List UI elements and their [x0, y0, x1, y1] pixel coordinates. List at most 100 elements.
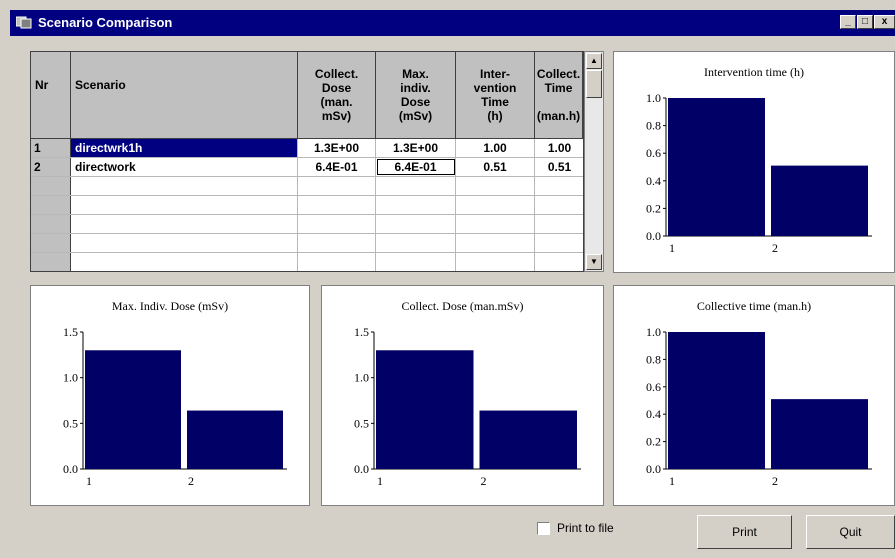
row-number	[31, 234, 71, 252]
title-bar[interactable]: Scenario Comparison _ □ x	[10, 10, 895, 36]
header-line: Collect.	[314, 67, 359, 81]
empty-cell[interactable]	[298, 234, 376, 252]
x-tick-label: 2	[772, 241, 778, 255]
header-line: vention	[473, 81, 517, 95]
scroll-thumb[interactable]	[586, 70, 602, 98]
table-row[interactable]	[31, 177, 583, 196]
empty-cell[interactable]	[456, 196, 535, 214]
collect-dose-cell[interactable]: 1.3E+00	[298, 139, 376, 157]
scroll-up-button[interactable]: ▲	[586, 53, 602, 69]
empty-cell[interactable]	[71, 234, 298, 252]
header-line: mSv)	[321, 109, 352, 123]
scenario-table[interactable]: Nr Scenario Collect. Dose (man. mSv) Max…	[30, 51, 584, 272]
table-row[interactable]: 2 directwork 6.4E-01 6.4E-01 0.51 0.51	[31, 158, 583, 177]
empty-cell[interactable]	[71, 253, 298, 271]
empty-cell[interactable]	[376, 215, 456, 233]
minimize-button[interactable]: _	[840, 15, 856, 29]
header-line: (h)	[487, 109, 503, 123]
print-to-file-label[interactable]: Print to file	[557, 521, 614, 535]
bar-1	[85, 350, 181, 469]
empty-cell[interactable]	[71, 215, 298, 233]
empty-cell[interactable]	[456, 215, 535, 233]
bar-2	[771, 165, 868, 236]
header-line: Dose	[400, 95, 431, 109]
empty-cell[interactable]	[456, 253, 535, 271]
max-dose-cell[interactable]: 1.3E+00	[376, 139, 456, 157]
header-line: Inter-	[480, 67, 510, 81]
empty-cell[interactable]	[376, 196, 456, 214]
max-dose-cell[interactable]: 6.4E-01	[376, 158, 456, 176]
empty-cell[interactable]	[376, 253, 456, 271]
row-number	[31, 177, 71, 195]
print-button[interactable]: Print	[697, 515, 792, 549]
chart-title: Intervention time (h)	[704, 65, 804, 79]
header-max-dose: Max. indiv. Dose (mSv)	[376, 52, 456, 139]
table-row[interactable]	[31, 215, 583, 234]
y-tick-label: 0.8	[646, 352, 661, 366]
y-tick-label: 0.0	[63, 462, 78, 476]
header-line: (mSv)	[398, 109, 433, 123]
collect-time-cell[interactable]: 1.00	[535, 139, 583, 157]
x-tick-label: 1	[669, 474, 675, 488]
y-tick-label: 0.6	[646, 380, 661, 394]
empty-cell[interactable]	[298, 177, 376, 195]
bar-2	[479, 410, 577, 469]
intervention-cell[interactable]: 0.51	[456, 158, 535, 176]
header-nr: Nr	[31, 52, 71, 139]
chart-title: Collect. Dose (man.mSv)	[402, 299, 524, 313]
table-row[interactable]	[31, 196, 583, 215]
header-intervention: Inter- vention Time (h)	[456, 52, 535, 139]
scroll-down-button[interactable]: ▼	[586, 254, 602, 270]
bar-1	[376, 350, 474, 469]
header-line: Max.	[402, 67, 429, 81]
maximize-button[interactable]: □	[857, 15, 873, 29]
collect-dose-cell[interactable]: 6.4E-01	[298, 158, 376, 176]
chart-svg: Collective time (man.h) 0.0 0.2 0.4 0.6 0.8 1.…	[646, 299, 872, 488]
close-button[interactable]: x	[874, 15, 895, 29]
bar-1	[668, 332, 765, 469]
y-tick-label: 0.5	[63, 416, 78, 430]
header-line: indiv.	[400, 81, 431, 95]
y-tick-label: 0.4	[646, 407, 661, 421]
empty-cell[interactable]	[376, 234, 456, 252]
empty-cell[interactable]	[456, 177, 535, 195]
empty-cell[interactable]	[298, 196, 376, 214]
x-tick-label: 2	[481, 474, 487, 488]
window-title: Scenario Comparison	[38, 15, 173, 30]
y-tick-label: 0.2	[646, 201, 661, 215]
empty-cell[interactable]	[71, 196, 298, 214]
table-row[interactable]	[31, 234, 583, 253]
header-line: Time	[544, 81, 573, 95]
chart-title: Max. Indiv. Dose (mSv)	[112, 299, 228, 313]
y-tick-label: 0.2	[646, 435, 661, 449]
empty-cell[interactable]	[298, 215, 376, 233]
table-scrollbar[interactable]: ▲ ▼	[584, 51, 604, 272]
header-line: Time	[481, 95, 509, 109]
empty-cell[interactable]	[298, 253, 376, 271]
print-to-file-checkbox[interactable]	[537, 522, 550, 535]
max-indiv-dose-chart: Max. Indiv. Dose (mSv) 0.0 0.5 1.0 1.5 1 2	[30, 285, 310, 506]
table-row[interactable]: 1 directwrk1h 1.3E+00 1.3E+00 1.00 1.00	[31, 139, 583, 158]
chart-svg: Collect. Dose (man.mSv) 0.0 0.5 1.0 1.5 1 2	[354, 299, 581, 488]
header-line: (man.h)	[536, 109, 581, 123]
y-tick-label: 1.0	[646, 325, 661, 339]
header-collect-time: Collect. Time (man.h)	[535, 52, 583, 139]
table-row[interactable]	[31, 253, 583, 271]
empty-cell[interactable]	[376, 177, 456, 195]
y-tick-label: 0.4	[646, 174, 661, 188]
header-collect-dose: Collect. Dose (man. mSv)	[298, 52, 376, 139]
header-line: Dose	[321, 81, 352, 95]
empty-cell[interactable]	[456, 234, 535, 252]
y-tick-label: 0.6	[646, 146, 661, 160]
scenario-name-cell[interactable]: directwork	[71, 158, 298, 176]
header-scenario: Scenario	[71, 52, 298, 139]
chart-svg: Intervention time (h) 0.0 0.2 0.4 0.6 0.8 1.0 1…	[646, 65, 872, 255]
collect-time-cell[interactable]: 0.51	[535, 158, 583, 176]
x-tick-label: 1	[86, 474, 92, 488]
intervention-cell[interactable]: 1.00	[456, 139, 535, 157]
chart-svg: Max. Indiv. Dose (mSv) 0.0 0.5 1.0 1.5 1 2	[63, 299, 287, 488]
y-tick-label: 1.0	[63, 371, 78, 385]
scenario-name-cell[interactable]: directwrk1h	[71, 139, 298, 157]
quit-button[interactable]: Quit	[806, 515, 895, 549]
empty-cell[interactable]	[71, 177, 298, 195]
